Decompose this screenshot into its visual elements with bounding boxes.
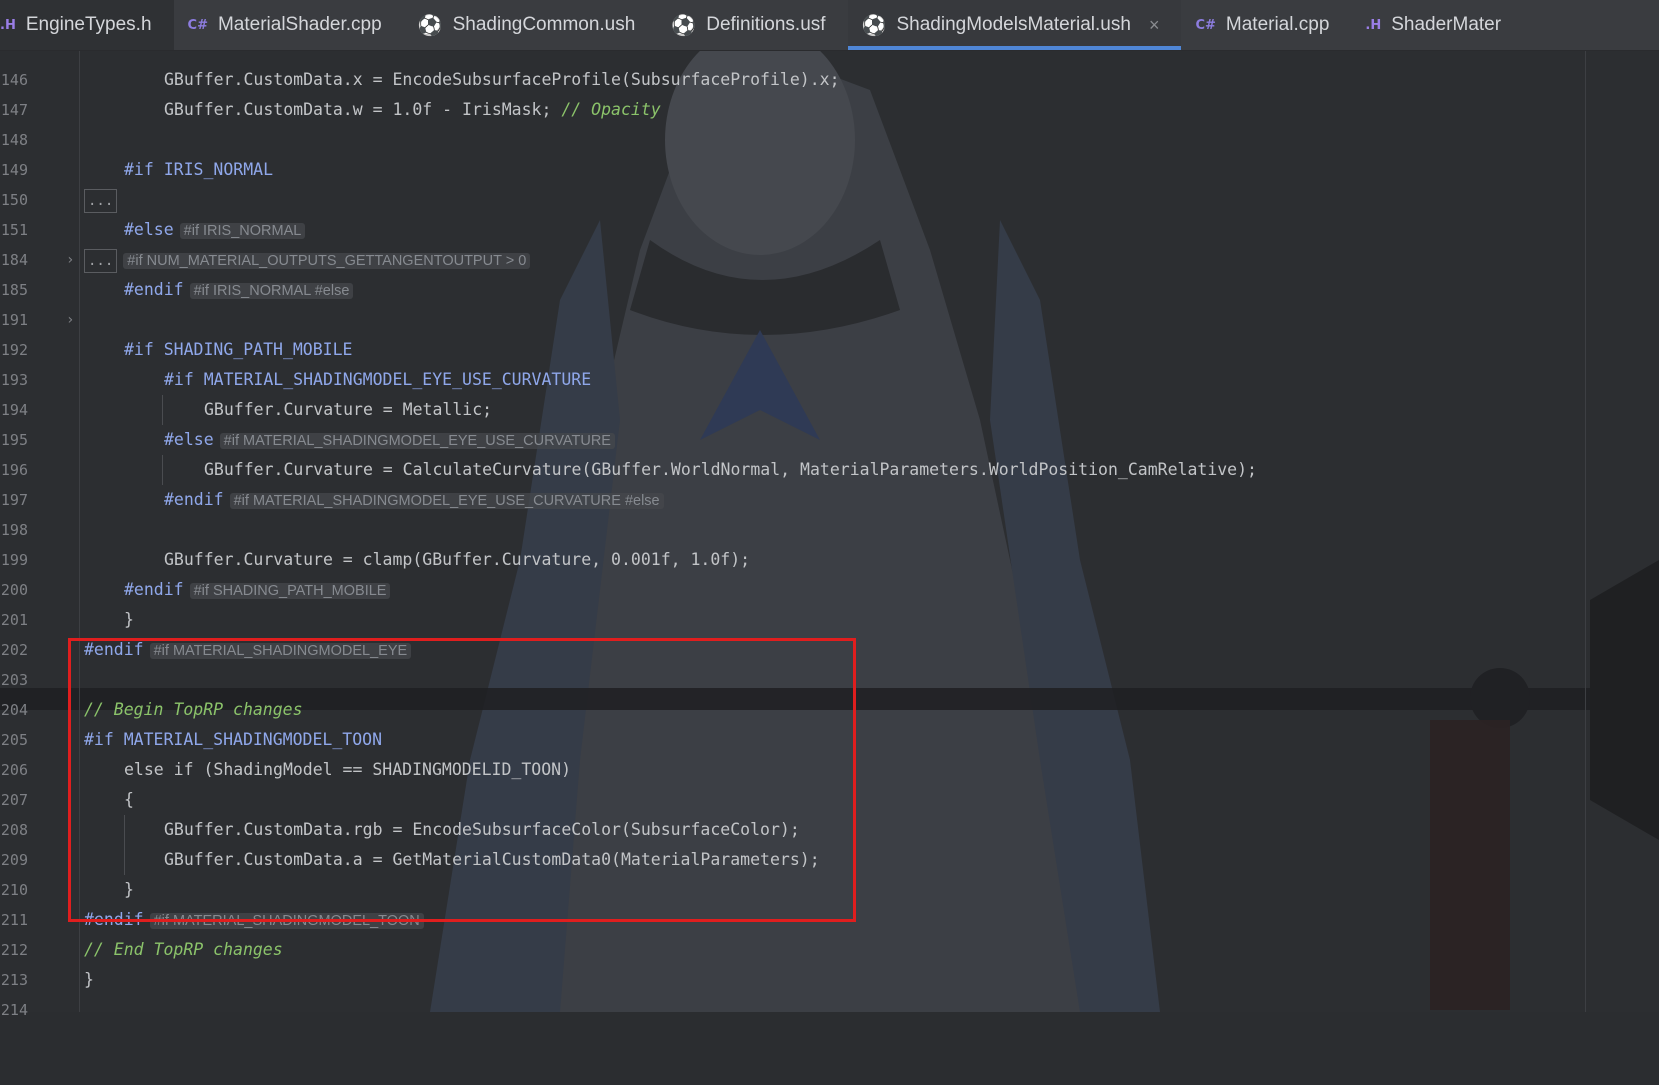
code-comment: // End TopRP changes [84, 940, 283, 959]
inlay-hint: #if IRIS_NORMAL [179, 223, 306, 239]
fold-placeholder[interactable]: ... [84, 248, 118, 273]
code-line: 149 [0, 125, 1659, 179]
code-line: 198 #endif #if MATERIAL_SHADINGMODEL_EYE_… [0, 485, 1659, 539]
tab-materialshader-cpp[interactable]: C# MaterialShader.cpp [174, 0, 404, 50]
red-highlight-box [68, 638, 856, 922]
code-line: 202 } [0, 605, 1659, 659]
code-text: #endif #if IRIS_NORMAL #else [124, 275, 354, 306]
folded-region[interactable]: ... [84, 185, 118, 215]
code-line: 184 #else #if IRIS_NORMAL [0, 215, 1659, 269]
tab-shadingmodelsmaterial-ush[interactable]: ⚽ ShadingModelsMaterial.ush × [847, 0, 1182, 50]
code-line: 214 } [0, 965, 1659, 1019]
close-icon[interactable]: × [1149, 15, 1160, 36]
shader-file-icon: ⚽ [671, 13, 697, 37]
preprocessor-directive: #if IRIS_NORMAL [124, 160, 274, 179]
preprocessor-directive: #if MATERIAL_SHADINGMODEL_EYE_USE_CURVAT… [164, 370, 592, 389]
code-line: 199 [0, 515, 1659, 569]
inlay-hint: #if NUM_MATERIAL_OUTPUTS_GETTANGENTOUTPU… [123, 253, 531, 269]
code-text: GBuffer.CustomData.w = 1.0f - IrisMask; … [164, 95, 661, 125]
code-text: #endif #if SHADING_PATH_MOBILE [124, 575, 391, 606]
tab-label: ShadingModelsMaterial.ush [896, 14, 1131, 35]
code-comment: // Opacity [561, 100, 661, 119]
code-text: GBuffer.Curvature = clamp(GBuffer.Curvat… [164, 550, 751, 569]
code-text: #endif #if MATERIAL_SHADINGMODEL_EYE_USE_… [164, 485, 664, 516]
code-line: 200 GBuffer.Curvature = clamp(GBuffer.Cu… [0, 545, 1659, 599]
preprocessor-directive: #else [124, 220, 174, 239]
tab-label: EngineTypes.h [25, 14, 152, 35]
tab-label: ShaderMater [1391, 14, 1502, 35]
cpp-file-icon: C# [187, 17, 208, 33]
tab-shadermater[interactable]: .H ShaderMater [1351, 0, 1523, 50]
code-text: #else #if IRIS_NORMAL [124, 215, 306, 246]
code-text: GBuffer.Curvature = Metallic; [204, 400, 493, 419]
tab-label: ShadingCommon.ush [452, 14, 636, 35]
code-line: 192 [0, 305, 1659, 359]
inlay-hint: #if SHADING_PATH_MOBILE [189, 583, 391, 599]
preprocessor-directive: #endif [164, 490, 224, 509]
preprocessor-directive: #endif [124, 280, 184, 299]
editor-tab-bar: .H EngineTypes.h C# MaterialShader.cpp ⚽… [0, 0, 1659, 51]
code-line: 147 GBuffer.CustomData.x = EncodeSubsurf… [0, 65, 1659, 119]
code-text: } [84, 970, 94, 989]
header-file-icon: .H [1365, 17, 1382, 33]
line-number: 214 [0, 1001, 28, 1019]
code-line: 213 // End TopRP changes [0, 935, 1659, 989]
code-line: 185 › ... #if NUM_MATERIAL_OUTPUTS_GETTAN… [0, 245, 1659, 328]
preprocessor-directive: #endif [124, 580, 184, 599]
code-text: } [124, 610, 134, 629]
tab-material-cpp[interactable]: C# Material.cpp [1181, 0, 1351, 50]
code-text: GBuffer.CustomData.x = EncodeSubsurfaceP… [164, 70, 840, 89]
shader-file-icon: ⚽ [417, 13, 443, 37]
inlay-hint: #if MATERIAL_SHADINGMODEL_EYE_USE_CURVAT… [229, 493, 664, 509]
cpp-file-icon: C# [1195, 17, 1216, 33]
folded-region[interactable]: ... #if NUM_MATERIAL_OUTPUTS_GETTANGENTOU… [84, 245, 531, 276]
shader-file-icon: ⚽ [861, 13, 887, 37]
tab-definitions-usf[interactable]: ⚽ Definitions.usf [657, 0, 847, 50]
code-text: GBuffer.Curvature = CalculateCurvature(G… [204, 460, 1257, 479]
tab-label: MaterialShader.cpp [217, 14, 382, 35]
code-text: #else #if MATERIAL_SHADINGMODEL_EYE_USE_C… [164, 425, 615, 456]
inlay-hint: #if MATERIAL_SHADINGMODEL_EYE_USE_CURVAT… [219, 433, 615, 449]
code-line: 201 #endif #if SHADING_PATH_MOBILE [0, 575, 1659, 629]
code-line: 148 GBuffer.CustomData.w = 1.0f - IrisMa… [0, 95, 1659, 149]
code-line: 193 #if SHADING_PATH_MOBILE [0, 335, 1659, 389]
preprocessor-directive: #else [164, 430, 214, 449]
tab-label: Material.cpp [1225, 14, 1330, 35]
tab-enginetypes-h[interactable]: .H EngineTypes.h [0, 0, 174, 50]
header-file-icon: .H [0, 17, 16, 33]
code-line: 196 #else #if MATERIAL_SHADINGMODEL_EYE_U… [0, 425, 1659, 479]
indent-guide [162, 395, 163, 425]
code-line: 197 GBuffer.Curvature = CalculateCurvatu… [0, 455, 1659, 509]
indent-guide [162, 455, 163, 485]
code-line: 151 › ... [0, 185, 1659, 268]
code-line: 194 #if MATERIAL_SHADINGMODEL_EYE_USE_CU… [0, 365, 1659, 419]
code-line: 150 #if IRIS_NORMAL [0, 155, 1659, 209]
fold-placeholder[interactable]: ... [84, 188, 118, 213]
code-line: 195 GBuffer.Curvature = Metallic; [0, 395, 1659, 449]
code-text-part: GBuffer.CustomData.w = 1.0f - IrisMask; [164, 100, 562, 119]
inlay-hint: #if IRIS_NORMAL #else [189, 283, 354, 299]
code-line: 191 #endif #if IRIS_NORMAL #else [0, 275, 1659, 329]
preprocessor-directive: #if SHADING_PATH_MOBILE [124, 340, 353, 359]
tab-shadingcommon-ush[interactable]: ⚽ ShadingCommon.ush [404, 0, 658, 50]
tab-label: Definitions.usf [706, 14, 826, 35]
